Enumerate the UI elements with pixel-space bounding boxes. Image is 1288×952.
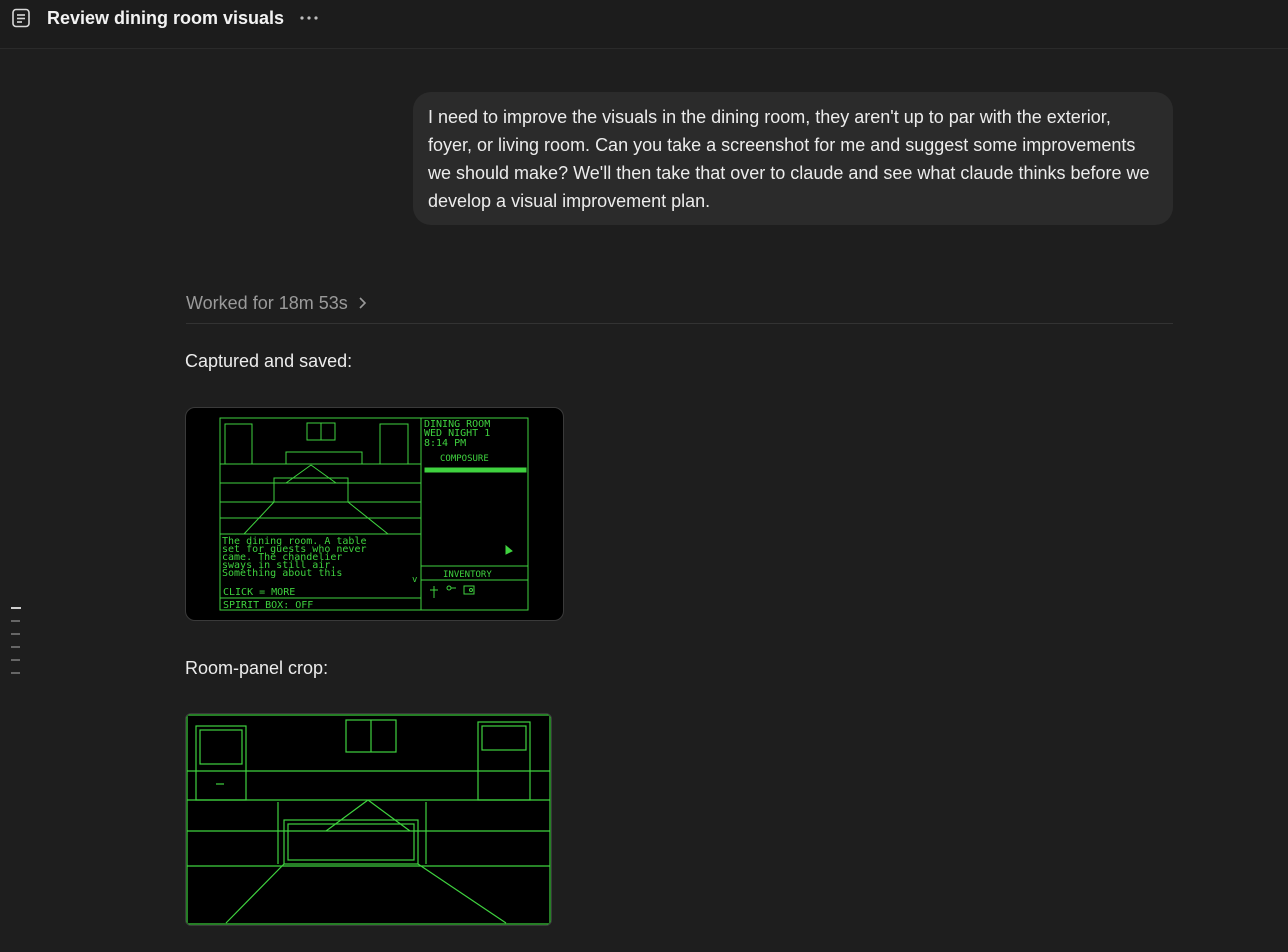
outline-item[interactable] bbox=[11, 633, 20, 635]
spirit-box-status: SPIRIT BOX: OFF bbox=[223, 600, 313, 611]
outline-navigator[interactable] bbox=[11, 607, 21, 685]
outline-item[interactable] bbox=[11, 659, 20, 661]
room-panel-graphic bbox=[219, 417, 529, 611]
worked-duration-label: Worked for 18m 53s bbox=[186, 293, 348, 313]
cross-icon bbox=[430, 586, 438, 598]
radio-icon bbox=[463, 585, 475, 595]
outline-item[interactable] bbox=[11, 607, 21, 609]
game-time: 8:14 PM bbox=[424, 438, 466, 449]
crop-label: Room-panel crop: bbox=[185, 658, 329, 678]
outline-item[interactable] bbox=[11, 620, 20, 622]
captured-label: Captured and saved: bbox=[185, 351, 353, 371]
top-bar: Review dining room visuals bbox=[0, 0, 1288, 49]
narration-line-5: Something about this bbox=[222, 568, 342, 579]
room-panel-crop-graphic bbox=[186, 714, 551, 925]
more-horizontal-icon[interactable] bbox=[298, 9, 320, 27]
outline-item[interactable] bbox=[11, 646, 20, 648]
room-panel-crop-image[interactable] bbox=[185, 713, 552, 926]
worked-duration-toggle[interactable]: Worked for 18m 53s bbox=[186, 291, 368, 315]
key-icon bbox=[446, 585, 456, 591]
inventory-label: INVENTORY bbox=[443, 570, 492, 580]
chevron-right-icon bbox=[359, 297, 366, 309]
composure-label: COMPOSURE bbox=[440, 454, 489, 464]
captured-screenshot[interactable]: DINING ROOM WED NIGHT 1 8:14 PM COMPOSUR… bbox=[185, 407, 564, 621]
divider bbox=[186, 323, 1173, 324]
click-hint: CLICK = MORE bbox=[223, 587, 295, 598]
outline-item[interactable] bbox=[11, 672, 20, 674]
more-indicator: v bbox=[412, 575, 417, 585]
user-message-bubble: I need to improve the visuals in the din… bbox=[413, 92, 1173, 225]
page-title: Review dining room visuals bbox=[47, 8, 285, 28]
document-icon[interactable] bbox=[11, 8, 31, 28]
